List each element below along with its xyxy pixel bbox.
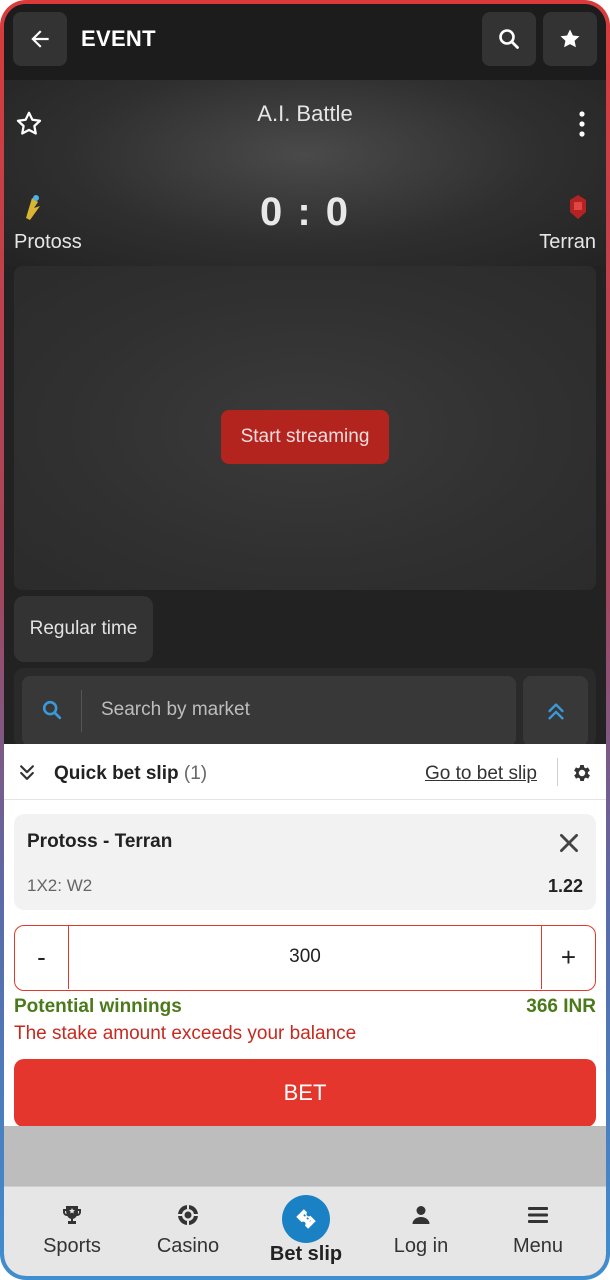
- nav-menu[interactable]: Menu: [478, 1187, 598, 1276]
- menu-icon: [528, 1207, 548, 1223]
- bet-slip-header: Quick bet slip (1) Go to bet slip: [4, 744, 606, 800]
- nav-casino-label: Casino: [156, 1235, 220, 1257]
- bottom-nav: Sports Casino Bet slip Log in Menu: [4, 1186, 606, 1276]
- start-streaming-button[interactable]: Start streaming: [221, 410, 389, 464]
- nav-sports-label: Sports: [43, 1235, 101, 1257]
- stake-increase-button[interactable]: +: [541, 926, 595, 989]
- search-divider: [81, 690, 82, 732]
- nav-bet-slip-label: Bet slip: [269, 1243, 343, 1265]
- nav-log-in-label: Log in: [393, 1235, 449, 1257]
- favorites-button[interactable]: [543, 12, 597, 66]
- chevron-double-down-icon[interactable]: [17, 763, 37, 783]
- event-header: A.I. Battle Protoss 0 : 0 Terran: [4, 80, 606, 266]
- close-icon[interactable]: [556, 830, 582, 856]
- bet-slip-title: Quick bet slip (1): [54, 763, 207, 785]
- stake-error-message: The stake amount exceeds your balance: [14, 1023, 357, 1044]
- potential-winnings-value: 366 INR: [526, 996, 596, 1017]
- bet-slip-count: (1): [183, 763, 208, 784]
- more-options-icon[interactable]: [570, 108, 594, 140]
- quick-bet-slip: Quick bet slip (1) Go to bet slip Protos…: [4, 744, 606, 1127]
- bet-odds: 1.22: [547, 876, 583, 896]
- period-tab-regular-time[interactable]: Regular time: [14, 596, 153, 662]
- overlay-strip: [4, 1126, 606, 1186]
- header-divider: [557, 758, 558, 786]
- search-icon: [42, 700, 62, 720]
- trophy-icon: [63, 1206, 81, 1224]
- place-bet-button[interactable]: BET: [14, 1059, 596, 1127]
- bet-slip-title-text: Quick bet slip: [54, 763, 179, 784]
- casino-chip-icon: [178, 1205, 198, 1225]
- nav-bet-slip[interactable]: Bet slip: [246, 1187, 366, 1276]
- device-frame: EVENT A.I. Battle Protoss 0 : 0 Terran S…: [0, 0, 610, 1280]
- market-search-panel: Search by market: [14, 668, 596, 748]
- stake-input[interactable]: 300: [69, 946, 541, 968]
- search-placeholder: Search by market: [101, 699, 250, 720]
- nav-log-in[interactable]: Log in: [361, 1187, 481, 1276]
- collapse-markets-button[interactable]: [523, 676, 588, 746]
- team2-name: Terran: [539, 231, 596, 253]
- chevron-double-up-icon: [547, 703, 564, 720]
- market-search-input[interactable]: Search by market: [22, 676, 516, 746]
- search-icon: [499, 29, 519, 49]
- stake-decrease-button[interactable]: -: [15, 926, 69, 989]
- stream-area: Start streaming: [14, 266, 596, 590]
- go-to-bet-slip-link[interactable]: Go to bet slip: [425, 763, 537, 785]
- back-button[interactable]: [13, 12, 67, 66]
- search-button[interactable]: [482, 12, 536, 66]
- user-icon: [412, 1206, 430, 1224]
- bet-market: 1X2: W2: [27, 876, 93, 895]
- event-title: A.I. Battle: [257, 101, 353, 126]
- bet-selection-card: Protoss - Terran 1X2: W2 1.22: [14, 814, 596, 910]
- team2-logo-icon: [570, 195, 586, 219]
- app-screen: EVENT A.I. Battle Protoss 0 : 0 Terran S…: [4, 4, 606, 1276]
- bet-match-name: Protoss - Terran: [27, 831, 173, 852]
- score: 0 : 0: [259, 190, 351, 234]
- nav-sports[interactable]: Sports: [12, 1187, 132, 1276]
- star-icon: [560, 29, 580, 48]
- nav-casino[interactable]: Casino: [128, 1187, 248, 1276]
- nav-menu-label: Menu: [512, 1235, 564, 1257]
- potential-winnings-label: Potential winnings: [14, 996, 182, 1017]
- top-bar: EVENT: [4, 4, 606, 80]
- arrow-left-icon: [31, 30, 49, 48]
- page-title: EVENT: [81, 26, 156, 51]
- stake-input-row: - 300 +: [14, 925, 596, 991]
- gear-icon[interactable]: [571, 762, 593, 784]
